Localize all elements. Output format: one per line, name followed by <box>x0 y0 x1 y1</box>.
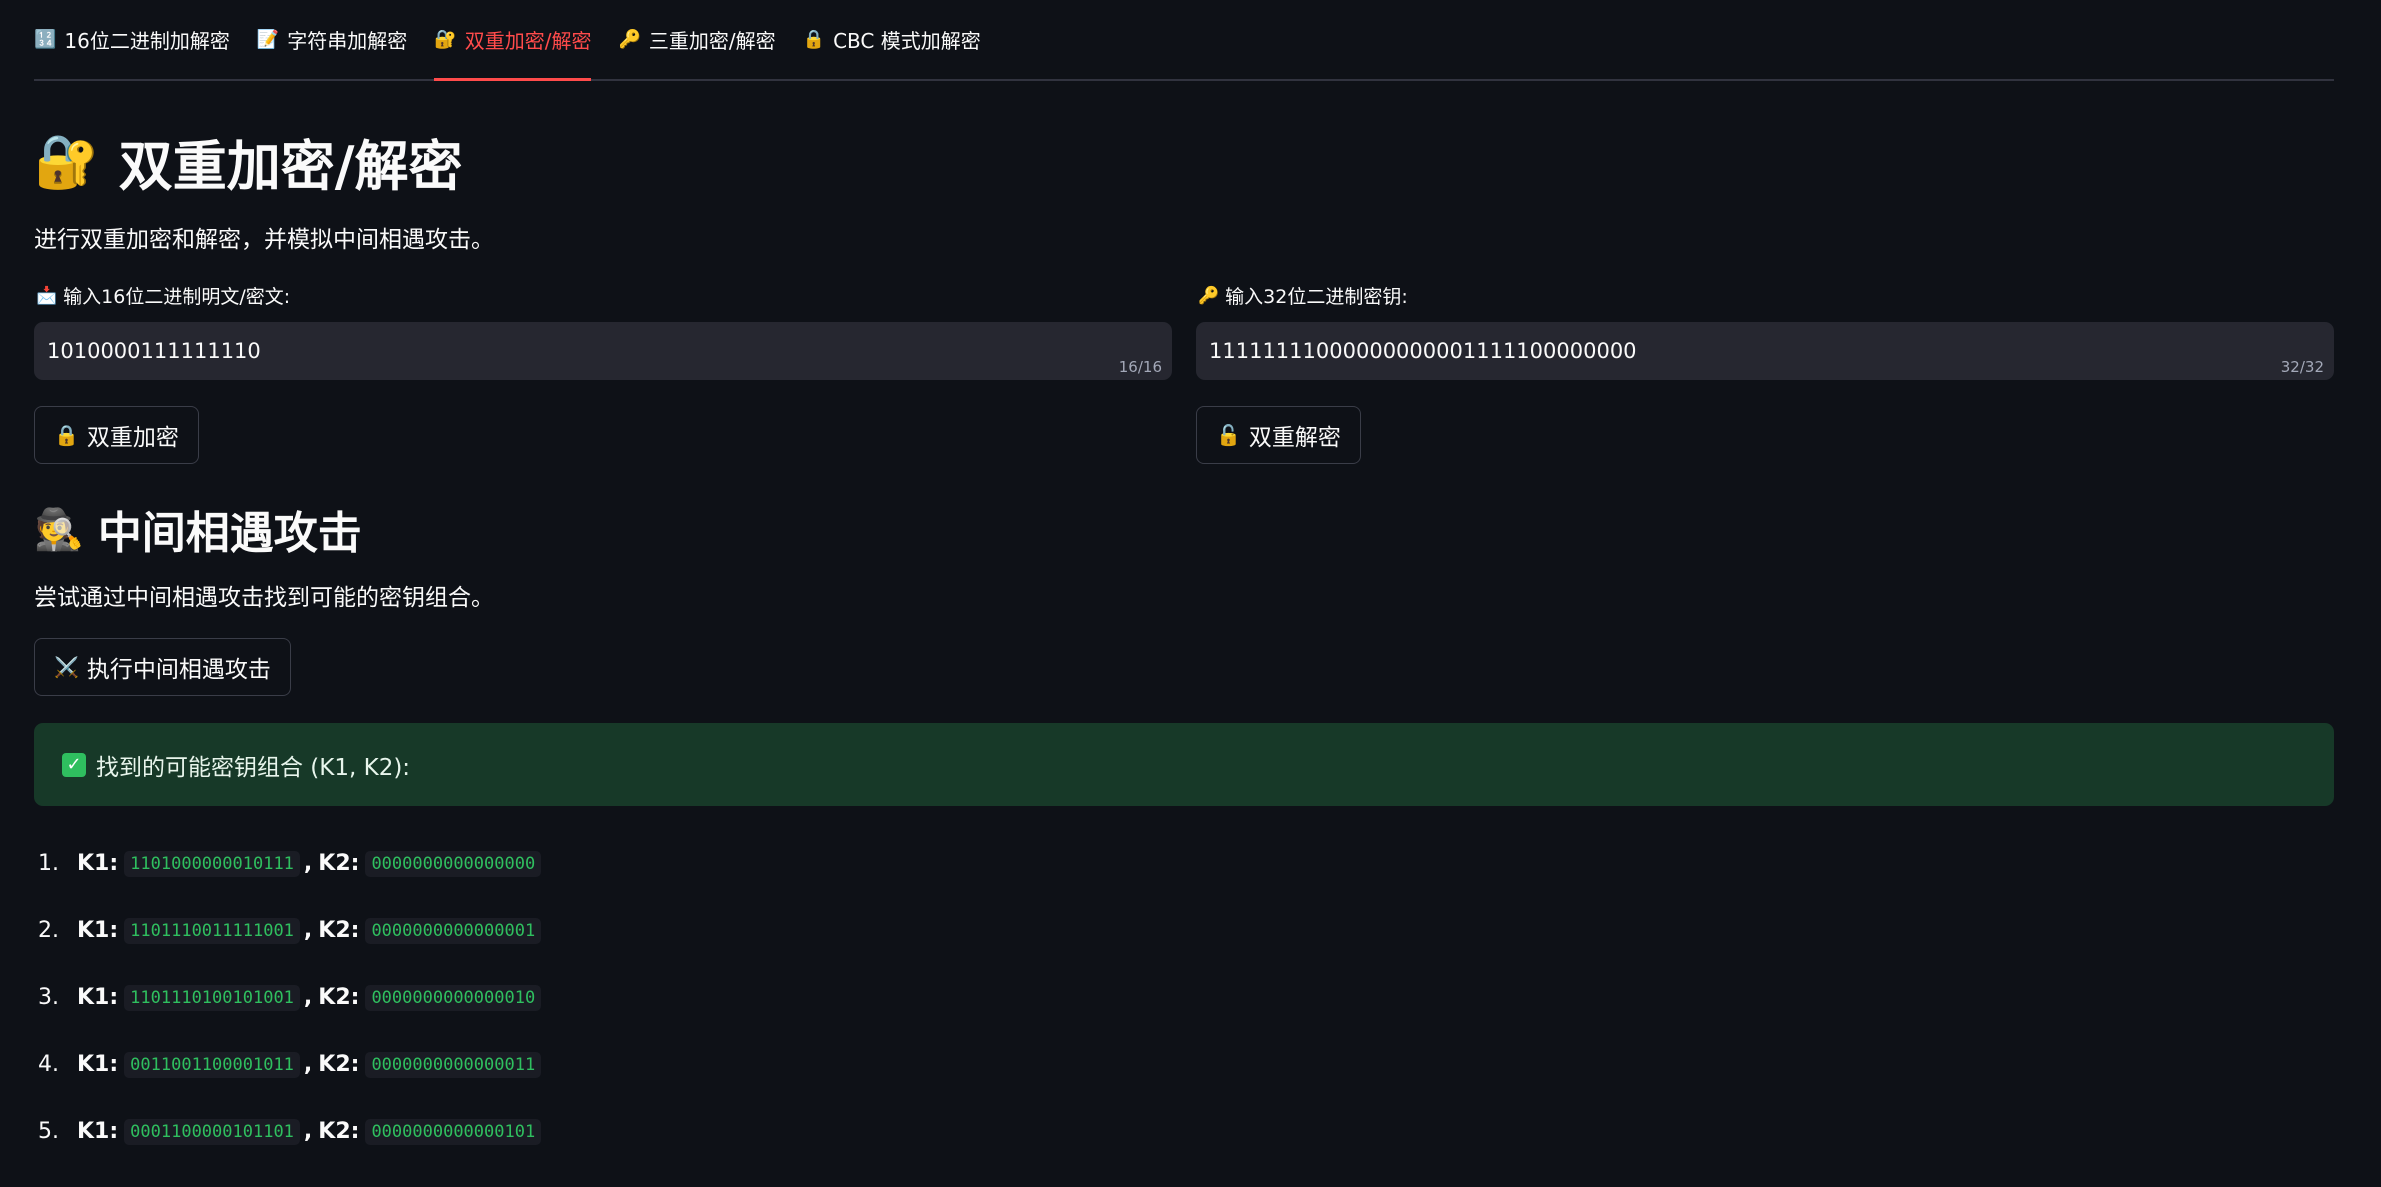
k2-value: 0000000000000010 <box>365 984 542 1011</box>
double-decrypt-label: 双重解密 <box>1248 425 1341 451</box>
tab-label: 16位二进制加解密 <box>64 29 230 53</box>
separator: , <box>303 1052 313 1077</box>
list-number: 5. <box>38 1119 59 1144</box>
plaintext-input[interactable] <box>47 339 1060 363</box>
k1-value: 1101110100101001 <box>124 984 300 1011</box>
list-number: 2. <box>38 918 59 943</box>
k1-value: 0011001100001011 <box>124 1051 300 1078</box>
run-attack-button[interactable]: ⚔️ 执行中间相遇攻击 <box>34 638 291 696</box>
k2-value: 0000000000000101 <box>365 1118 542 1145</box>
key-icon: 🔑 <box>618 29 641 50</box>
key-input[interactable] <box>1209 339 2222 363</box>
k2-label: K2: <box>318 918 360 943</box>
attack-heading-text: 中间相遇攻击 <box>97 508 362 559</box>
k1-label: K1: <box>77 1052 119 1077</box>
list-item: 1. K1: 1101000000010111 , K2: 0000000000… <box>38 830 545 897</box>
inbox-icon: 📩 <box>36 285 58 306</box>
k1-label: K1: <box>77 1119 119 1144</box>
tab-label: CBC 模式加解密 <box>833 29 981 53</box>
tab-binary-16[interactable]: 🔢 16位二进制加解密 <box>34 0 230 79</box>
list-number: 4. <box>38 1052 59 1077</box>
plaintext-label-text: 输入16位二进制明文/密文: <box>63 286 291 308</box>
key-field[interactable]: 32/32 <box>1196 322 2334 380</box>
tab-triple-encryption[interactable]: 🔑 三重加密/解密 <box>618 0 775 79</box>
tab-bar: 🔢 16位二进制加解密 📝 字符串加解密 🔐 双重加密/解密 🔑 三重加密/解密… <box>34 0 2334 81</box>
lock-with-key-icon: 🔐 <box>34 132 99 192</box>
list-item: 2. K1: 1101110011111001 , K2: 0000000000… <box>38 897 545 964</box>
k1-label: K1: <box>77 918 119 943</box>
key-label-text: 输入32位二进制密钥: <box>1225 286 1408 308</box>
separator: , <box>303 918 313 943</box>
k2-value: 0000000000000011 <box>365 1051 542 1078</box>
separator: , <box>303 1119 313 1144</box>
double-encrypt-label: 双重加密 <box>86 425 179 451</box>
k1-value: 0001100000101101 <box>124 1118 300 1145</box>
tab-double-encryption[interactable]: 🔐 双重加密/解密 <box>434 0 592 81</box>
key-icon: 🔑 <box>1198 285 1220 306</box>
k1-value: 1101000000010111 <box>124 850 300 877</box>
key-pair-list: 1. K1: 1101000000010111 , K2: 0000000000… <box>38 830 545 1165</box>
plaintext-char-count: 16/16 <box>1118 358 1162 376</box>
tab-label: 双重加密/解密 <box>464 29 592 53</box>
separator: , <box>303 985 313 1010</box>
double-encrypt-button[interactable]: 🔒 双重加密 <box>34 406 199 464</box>
k1-label: K1: <box>77 851 119 876</box>
key-char-count: 32/32 <box>2280 358 2324 376</box>
memo-icon: 📝 <box>256 29 280 50</box>
check-icon: ✓ <box>62 752 86 777</box>
run-attack-label: 执行中间相遇攻击 <box>86 657 271 683</box>
tab-label: 字符串加解密 <box>287 29 408 53</box>
attack-heading: 🕵️ 中间相遇攻击 <box>34 497 362 561</box>
plaintext-label: 📩 输入16位二进制明文/密文: <box>36 282 290 309</box>
detective-icon: 🕵️ <box>34 506 84 553</box>
list-number: 3. <box>38 985 59 1010</box>
k2-value: 0000000000000001 <box>365 917 542 944</box>
list-item: 3. K1: 1101110100101001 , K2: 0000000000… <box>38 964 545 1031</box>
lock-with-key-icon: 🔐 <box>434 29 457 50</box>
tab-label: 三重加密/解密 <box>648 29 776 53</box>
k1-value: 1101110011111001 <box>124 917 300 944</box>
page-title: 🔐 双重加密/解密 <box>34 122 462 201</box>
page-description: 进行双重加密和解密，并模拟中间相遇攻击。 <box>34 227 494 253</box>
unlock-icon: 🔓 <box>1216 423 1241 447</box>
plaintext-field[interactable]: 16/16 <box>34 322 1172 380</box>
numbers-icon: 🔢 <box>34 29 57 50</box>
k2-label: K2: <box>318 1052 360 1077</box>
k2-value: 0000000000000000 <box>365 850 542 877</box>
k2-label: K2: <box>318 985 360 1010</box>
separator: , <box>303 851 313 876</box>
key-label: 🔑 输入32位二进制密钥: <box>1198 282 1408 309</box>
success-alert-text: 找到的可能密钥组合 (K1, K2): <box>96 754 411 781</box>
double-decrypt-button[interactable]: 🔓 双重解密 <box>1196 406 1361 464</box>
tab-cbc[interactable]: 🔒 CBC 模式加解密 <box>803 0 981 79</box>
tab-string[interactable]: 📝 字符串加解密 <box>257 0 407 79</box>
k2-label: K2: <box>318 1119 360 1144</box>
k1-label: K1: <box>77 985 119 1010</box>
success-alert: ✓ 找到的可能密钥组合 (K1, K2): <box>34 723 2334 806</box>
crossed-swords-icon: ⚔️ <box>54 655 79 679</box>
attack-description: 尝试通过中间相遇攻击找到可能的密钥组合。 <box>34 585 494 611</box>
list-number: 1. <box>38 851 59 876</box>
k2-label: K2: <box>318 851 360 876</box>
lock-icon: 🔒 <box>802 29 826 50</box>
lock-icon: 🔒 <box>54 423 79 447</box>
page-title-text: 双重加密/解密 <box>118 135 463 198</box>
list-item: 4. K1: 0011001100001011 , K2: 0000000000… <box>38 1031 545 1098</box>
list-item: 5. K1: 0001100000101101 , K2: 0000000000… <box>38 1098 545 1165</box>
